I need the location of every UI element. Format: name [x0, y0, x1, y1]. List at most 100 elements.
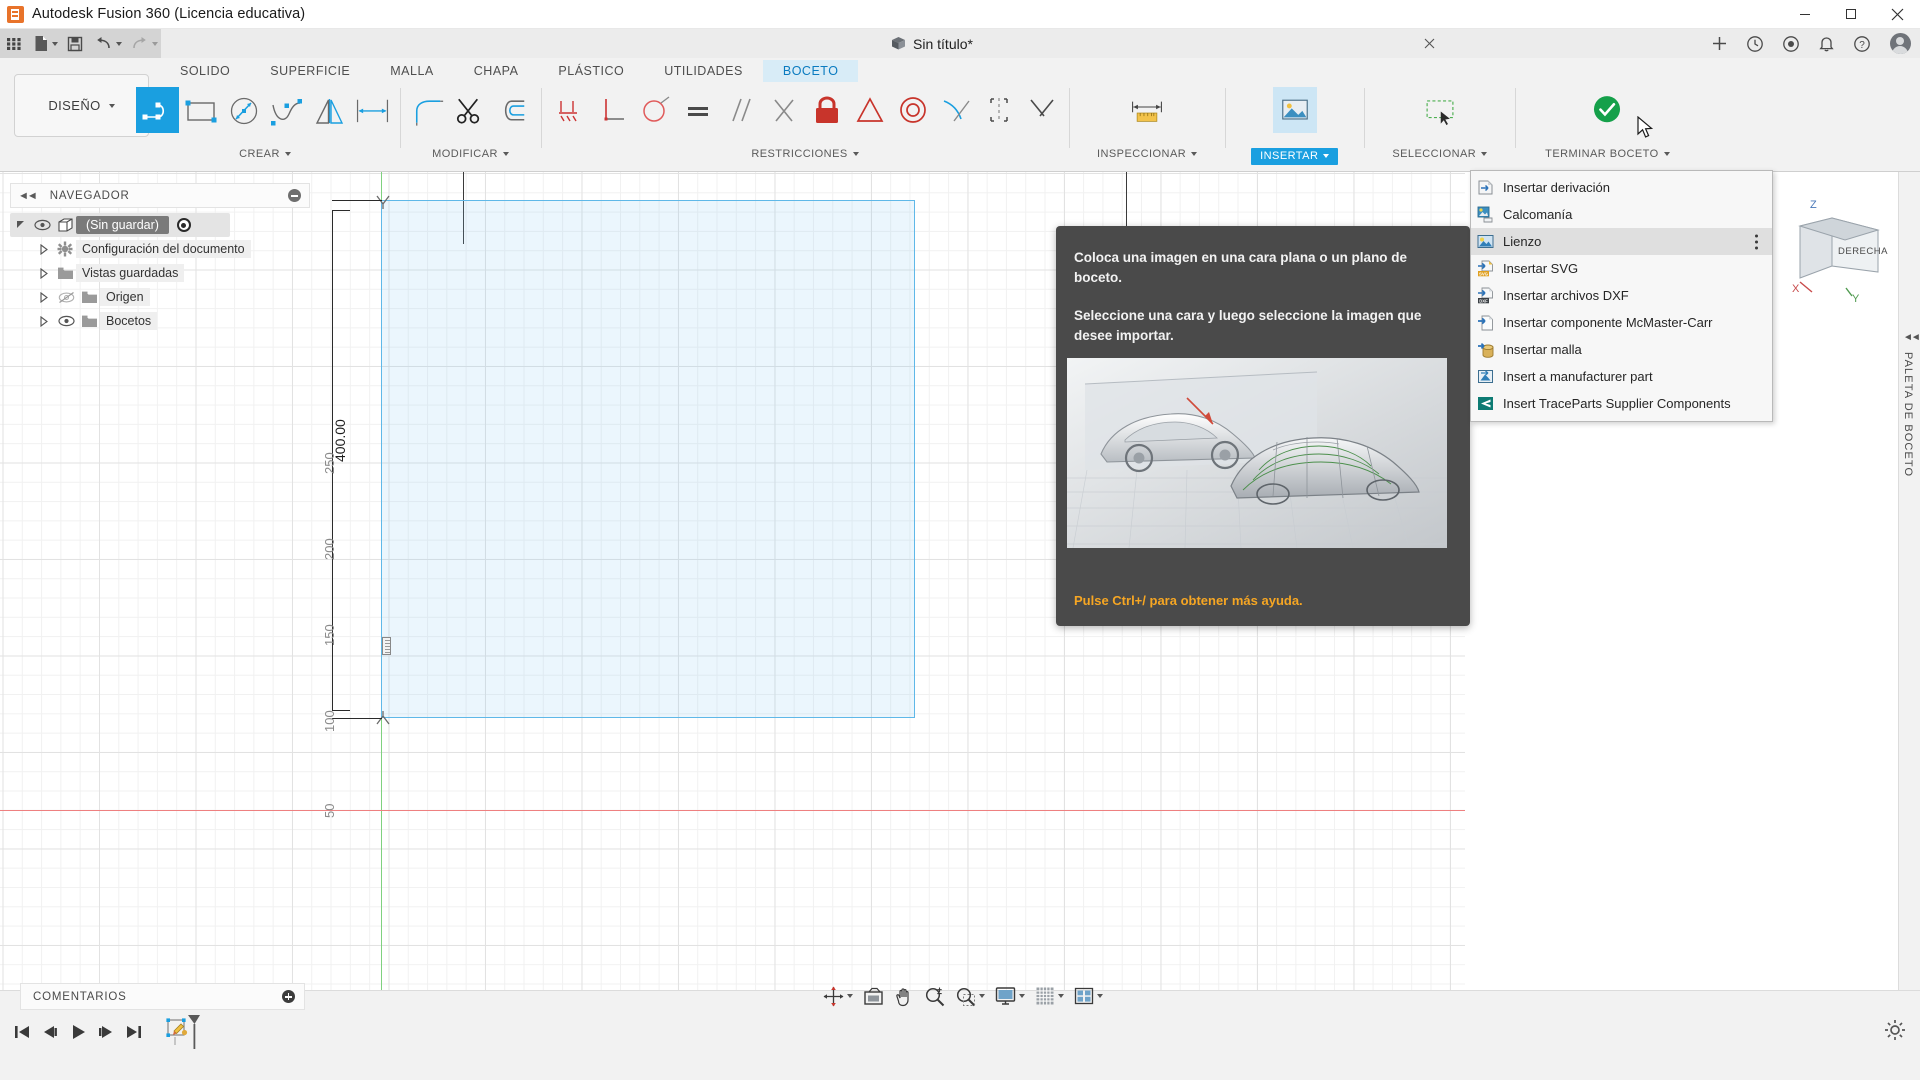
- tab-plastico[interactable]: PLÁSTICO: [538, 60, 644, 82]
- sketch-corner-handle-top[interactable]: [375, 194, 390, 209]
- timeline-play-button[interactable]: [64, 1015, 92, 1049]
- timeline-step-back-button[interactable]: [36, 1015, 64, 1049]
- menu-item-mcmaster-carr[interactable]: Insertar componente McMaster-Carr: [1471, 309, 1772, 336]
- chevron-down-icon[interactable]: [847, 994, 853, 998]
- constraint-tangent-tool[interactable]: [762, 87, 805, 133]
- sketch-dimension-tool[interactable]: [351, 87, 394, 133]
- zoom-tool[interactable]: [919, 981, 950, 1011]
- question-circle-icon[interactable]: ?: [1844, 29, 1880, 58]
- select-window-tool[interactable]: [1418, 87, 1462, 133]
- help-circle-icon[interactable]: [1773, 29, 1809, 58]
- menu-item-insertar-dxf[interactable]: DXF Insertar archivos DXF: [1471, 282, 1772, 309]
- tab-solido[interactable]: SOLIDO: [160, 60, 250, 82]
- tab-malla[interactable]: MALLA: [370, 60, 454, 82]
- constraint-midpoint-tool[interactable]: [848, 87, 891, 133]
- plus-icon[interactable]: [1702, 29, 1737, 58]
- sketch-trim-tool[interactable]: [449, 87, 492, 133]
- undo-icon[interactable]: [89, 29, 125, 58]
- tree-expand-arrow[interactable]: [34, 291, 54, 303]
- tab-utilidades[interactable]: UTILIDADES: [644, 60, 763, 82]
- sketch-palette-collapsed[interactable]: ◄◄ PALETA DE BOCETO: [1898, 172, 1920, 990]
- comments-panel-header[interactable]: COMENTARIOS: [20, 983, 305, 1010]
- sketch-offset-tool[interactable]: [492, 87, 535, 133]
- redo-icon[interactable]: [125, 29, 161, 58]
- timeline-jump-start-button[interactable]: [8, 1015, 36, 1049]
- eye-icon[interactable]: [54, 315, 78, 327]
- viewports-tool[interactable]: [1069, 981, 1108, 1011]
- view-cube[interactable]: Z DERECHA X Y: [1790, 196, 1910, 306]
- collapse-right-icon[interactable]: ◄◄: [1903, 332, 1920, 343]
- chevron-down-icon[interactable]: [979, 994, 985, 998]
- clock-status-icon[interactable]: [1737, 29, 1773, 58]
- sketch-fillet-tool[interactable]: [406, 87, 449, 133]
- panel-label-insertar[interactable]: INSERTAR: [1251, 148, 1339, 165]
- sketch-rectangle-tool[interactable]: [179, 87, 222, 133]
- zoom-window-tool[interactable]: [950, 981, 990, 1011]
- menu-item-insertar-malla[interactable]: Insertar malla: [1471, 336, 1772, 363]
- panel-label-restricciones[interactable]: RESTRICCIONES: [751, 148, 859, 160]
- gear-icon[interactable]: [1884, 1019, 1906, 1041]
- constraint-equal-tool[interactable]: [676, 87, 719, 133]
- constraint-concentric-tool[interactable]: [891, 87, 934, 133]
- save-icon[interactable]: [61, 29, 89, 58]
- dimension-drag-grip[interactable]: [382, 637, 391, 655]
- chevron-down-icon[interactable]: [52, 41, 58, 46]
- constraint-fix-ground-tool[interactable]: [547, 87, 590, 133]
- close-icon[interactable]: [1416, 29, 1442, 58]
- activate-component-radio[interactable]: [176, 218, 191, 232]
- add-comment-icon[interactable]: [282, 990, 295, 1003]
- constraint-coincident-tool[interactable]: [934, 87, 977, 133]
- tree-expand-arrow[interactable]: [10, 220, 30, 229]
- look-at-tool[interactable]: [858, 981, 889, 1011]
- document-tab[interactable]: Sin título*: [890, 36, 973, 52]
- chevron-down-icon[interactable]: [1058, 994, 1064, 998]
- constraint-collinear-tool[interactable]: [1020, 87, 1063, 133]
- panel-options-icon[interactable]: [288, 189, 301, 202]
- chevron-down-icon[interactable]: [1019, 994, 1025, 998]
- menu-item-overflow-icon[interactable]: [1755, 240, 1758, 243]
- tree-row-origen[interactable]: Origen: [10, 285, 310, 309]
- constraint-curvature-tool[interactable]: [633, 87, 676, 133]
- tree-row-root[interactable]: (Sin guardar): [10, 213, 230, 237]
- bell-icon[interactable]: [1809, 29, 1844, 58]
- timeline-step-forward-button[interactable]: [92, 1015, 120, 1049]
- constraint-perpendicular-tool[interactable]: [590, 87, 633, 133]
- tab-chapa[interactable]: CHAPA: [454, 60, 539, 82]
- menu-item-insertar-svg[interactable]: SVG Insertar SVG: [1471, 255, 1772, 282]
- app-grid-icon[interactable]: [0, 29, 28, 58]
- new-file-icon[interactable]: [28, 29, 61, 58]
- constraint-symmetry-tool[interactable]: [977, 87, 1020, 133]
- eye-icon[interactable]: [30, 219, 54, 231]
- chevron-down-icon[interactable]: [116, 41, 122, 46]
- measure-tool[interactable]: [1125, 87, 1169, 133]
- maximize-icon[interactable]: [1828, 0, 1874, 29]
- tree-row-document-settings[interactable]: Configuración del documento: [10, 237, 310, 261]
- collapse-left-icon[interactable]: ◄◄: [18, 190, 38, 202]
- timeline-jump-end-button[interactable]: [120, 1015, 148, 1049]
- sketch-mirror-tool[interactable]: [308, 87, 351, 133]
- constraint-lock-tool[interactable]: [805, 87, 848, 133]
- insert-canvas-tool[interactable]: [1272, 87, 1317, 133]
- display-settings-tool[interactable]: [990, 981, 1030, 1011]
- tree-row-bocetos[interactable]: Bocetos: [10, 309, 310, 333]
- panel-label-terminar-boceto[interactable]: TERMINAR BOCETO: [1545, 148, 1670, 160]
- menu-item-manufacturer-part[interactable]: Insert a manufacturer part: [1471, 363, 1772, 390]
- minimize-icon[interactable]: [1782, 0, 1828, 29]
- tree-expand-arrow[interactable]: [34, 315, 54, 327]
- tab-superficie[interactable]: SUPERFICIE: [250, 60, 370, 82]
- tab-boceto[interactable]: BOCETO: [762, 60, 859, 82]
- eye-hidden-icon[interactable]: [54, 291, 78, 304]
- menu-item-traceparts[interactable]: Insert TraceParts Supplier Components: [1471, 390, 1772, 417]
- tree-expand-arrow[interactable]: [34, 267, 54, 279]
- menu-item-calcomania[interactable]: Calcomanía: [1471, 201, 1772, 228]
- panel-label-crear[interactable]: CREAR: [239, 148, 291, 160]
- menu-item-insertar-derivacion[interactable]: Insertar derivación: [1471, 174, 1772, 201]
- sketch-circle-tool[interactable]: [222, 87, 265, 133]
- chevron-down-icon[interactable]: [1097, 994, 1103, 998]
- panel-label-modificar[interactable]: MODIFICAR: [432, 148, 509, 160]
- tree-expand-arrow[interactable]: [34, 243, 54, 255]
- panel-label-inspeccionar[interactable]: INSPECCIONAR: [1097, 148, 1198, 160]
- panel-label-seleccionar[interactable]: SELECCIONAR: [1392, 148, 1488, 160]
- tree-row-saved-views[interactable]: Vistas guardadas: [10, 261, 310, 285]
- sketch-line-tool[interactable]: [136, 87, 179, 133]
